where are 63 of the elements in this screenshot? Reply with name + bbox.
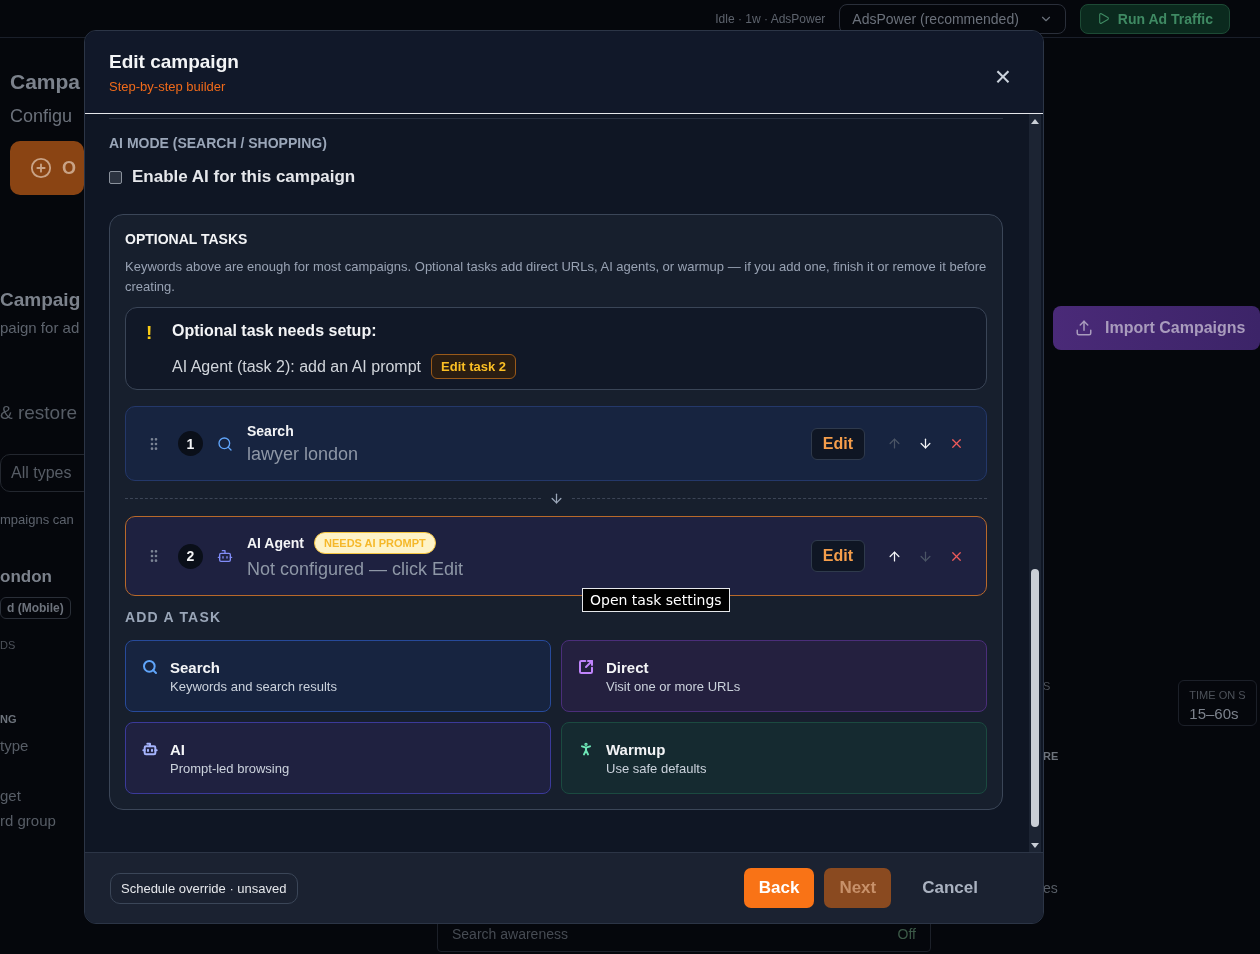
checkbox-label: Enable AI for this campaign bbox=[132, 167, 356, 187]
panel-description: Keywords above are enough for most campaigns. Optional tasks add direct URLs, AI agents, or warmup — if you add one, finish it or remove it before creating. bbox=[125, 258, 987, 296]
edit-button[interactable]: Edit bbox=[810, 427, 865, 460]
cancel-button[interactable]: Cancel bbox=[907, 868, 993, 908]
search-icon bbox=[217, 435, 233, 452]
row-value: Off bbox=[897, 926, 916, 942]
task-card[interactable]: 1 Search lawyer london Edit bbox=[125, 406, 987, 481]
add-task-option[interactable]: AI Prompt-led browsing bbox=[125, 722, 551, 794]
tooltip: Open task settings bbox=[582, 588, 730, 612]
device-tag: d (Mobile) bbox=[0, 597, 71, 619]
move-down-button[interactable] bbox=[918, 436, 933, 451]
checkbox[interactable] bbox=[109, 170, 122, 184]
setting-text: get bbox=[0, 787, 21, 804]
stat-label: TIME ON S bbox=[1189, 689, 1246, 701]
task-title: Search bbox=[247, 422, 294, 439]
stat-value: 15–60s bbox=[1189, 705, 1240, 722]
upload-icon bbox=[1075, 319, 1093, 337]
dialog-subtitle: Step-by-step builder bbox=[109, 79, 227, 94]
edit-task-button[interactable]: Edit task 2 bbox=[431, 354, 517, 379]
task-number: 2 bbox=[178, 543, 203, 569]
stat-label: S bbox=[1043, 680, 1051, 694]
status-badge: NEEDS AI PROMPT bbox=[314, 532, 436, 554]
warning-icon: ! bbox=[146, 322, 172, 344]
stat-label: DS bbox=[0, 639, 16, 651]
task-title: AI Agent bbox=[247, 535, 305, 551]
task-detail: lawyer london bbox=[247, 443, 359, 465]
warning-message: AI Agent (task 2): add an AI prompt bbox=[172, 357, 422, 376]
restore-text: & restore bbox=[0, 402, 78, 424]
add-task-option[interactable]: Direct Visit one or more URLs bbox=[561, 640, 987, 712]
campaign-name: ondon bbox=[0, 567, 52, 587]
task-number: 1 bbox=[178, 431, 203, 456]
status-text: Idle · 1w · AdsPower bbox=[715, 11, 826, 26]
setting-text: type bbox=[0, 737, 29, 754]
setting-label: RE bbox=[1043, 750, 1059, 762]
note-text: mpaigns can bbox=[0, 512, 74, 527]
section-subtitle: paign for ad bbox=[0, 319, 80, 336]
row-label: Search awareness bbox=[452, 926, 568, 942]
play-icon bbox=[1096, 12, 1110, 25]
add-task-option[interactable]: Search Keywords and search results bbox=[125, 640, 551, 712]
warning-title: Optional task needs setup: bbox=[172, 322, 378, 341]
task-detail: Not configured — click Edit bbox=[247, 559, 464, 580]
plus-icon bbox=[30, 157, 52, 179]
arrow-down-icon bbox=[548, 491, 564, 506]
page-subtitle: Configu bbox=[10, 106, 73, 127]
page-title: Campa bbox=[10, 70, 81, 94]
edit-button[interactable]: Edit bbox=[810, 540, 865, 572]
robot-icon bbox=[217, 548, 233, 564]
remove-button[interactable] bbox=[949, 436, 964, 451]
setting-text: es bbox=[1043, 880, 1058, 896]
dialog-title: Edit campaign bbox=[109, 51, 239, 73]
run-button[interactable]: Run Ad Traffic bbox=[1079, 3, 1230, 34]
section-heading: AI MODE (SEARCH / SHOPPING) bbox=[109, 135, 327, 151]
setting-text: rd group bbox=[0, 812, 56, 829]
add-task-option[interactable]: Warmup Use safe defaults bbox=[561, 722, 987, 794]
move-up-button[interactable] bbox=[887, 548, 902, 564]
section-title: Campaig bbox=[0, 289, 81, 311]
scrollbar[interactable] bbox=[1029, 114, 1041, 852]
import-button[interactable]: Import Campaigns bbox=[1053, 306, 1260, 350]
section-heading: ADD A TASK bbox=[125, 609, 222, 625]
section-heading: OPTIONAL TASKS bbox=[125, 231, 248, 247]
close-button[interactable]: × bbox=[986, 63, 1019, 91]
setting-label: NG bbox=[0, 713, 17, 725]
status-chip: Schedule override · unsaved bbox=[110, 872, 298, 904]
